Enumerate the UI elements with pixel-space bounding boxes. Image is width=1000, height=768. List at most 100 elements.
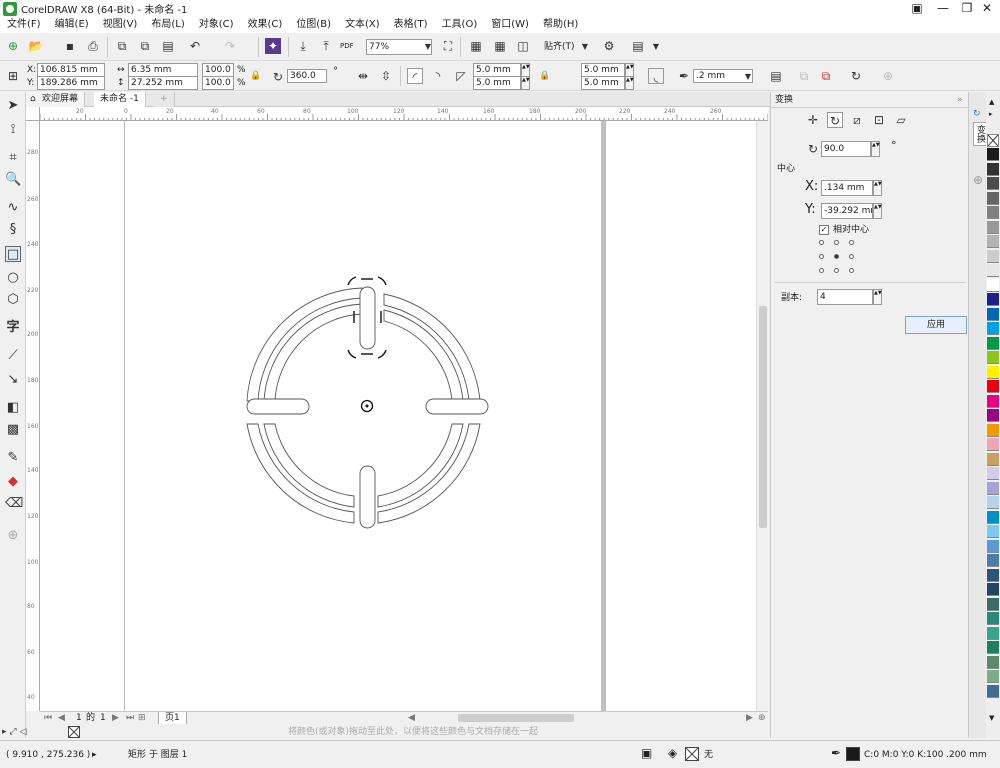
color-swatch[interactable] <box>987 583 999 596</box>
color-swatch[interactable] <box>987 612 999 625</box>
corner-radius-bottom-right-field[interactable]: 5.0 mm <box>581 76 625 90</box>
artistic-media-tool-icon[interactable]: § <box>5 222 21 238</box>
color-swatch[interactable] <box>987 525 999 538</box>
navigator-icon[interactable]: ⊕ <box>758 712 766 724</box>
color-swatch[interactable] <box>987 467 999 480</box>
color-swatch[interactable] <box>987 322 999 335</box>
add-docker-icon[interactable]: ⊕ <box>973 174 983 186</box>
palette-flyout-icon[interactable]: ▸ <box>989 108 993 120</box>
spin-arrows-icon[interactable]: ▲▼ <box>871 141 880 157</box>
color-proofing-icon[interactable]: ▣ <box>641 747 652 759</box>
chevron-down-icon[interactable]: ▼ <box>648 39 664 55</box>
center-y-field[interactable]: -39.292 mm <box>821 203 873 219</box>
chevron-down-icon[interactable]: ▼ <box>420 39 436 55</box>
print-icon[interactable]: ⎙ <box>85 38 101 54</box>
zoom-tool-icon[interactable]: 🔍 <box>5 172 21 188</box>
color-swatch[interactable] <box>987 438 999 451</box>
menu-file[interactable]: 文件(F) <box>0 17 48 33</box>
position-transform-icon[interactable]: ✛ <box>805 112 821 128</box>
text-tool-icon[interactable]: 字 <box>5 320 21 336</box>
undo-icon[interactable]: ↶ <box>187 38 203 54</box>
rotation-angle-field[interactable]: 90.0 <box>821 141 871 157</box>
menu-view[interactable]: 视图(V) <box>96 17 145 33</box>
new-document-icon[interactable]: ⊕ <box>5 38 21 54</box>
no-color-swatch[interactable] <box>987 134 999 147</box>
anchor-bottom-center[interactable] <box>834 268 839 273</box>
anchor-top-left[interactable] <box>819 240 824 245</box>
scale-x-field[interactable]: 100.0 <box>202 63 234 77</box>
drawing-svg[interactable] <box>40 121 756 711</box>
color-swatch[interactable] <box>987 278 999 292</box>
color-swatch[interactable] <box>987 539 999 553</box>
color-swatch[interactable] <box>987 351 999 364</box>
spin-arrows-icon[interactable]: ▲▼ <box>873 180 882 196</box>
color-swatch[interactable] <box>987 220 999 234</box>
pick-tool-icon[interactable]: ➤ <box>5 98 21 114</box>
color-swatch[interactable] <box>987 365 999 379</box>
close-button[interactable]: ✕ <box>974 0 1000 17</box>
tab-document[interactable]: 未命名 -1 <box>94 92 146 107</box>
menu-layout[interactable]: 布局(L) <box>144 17 191 33</box>
color-swatch[interactable] <box>987 293 999 306</box>
selected-rectangle[interactable] <box>359 286 376 350</box>
menu-object[interactable]: 对象(C) <box>192 17 241 33</box>
mirror-vertical-icon[interactable]: ⇳ <box>378 68 394 84</box>
search-content-icon[interactable]: ✦ <box>265 38 281 54</box>
color-swatch[interactable] <box>987 496 999 509</box>
prev-page-icon[interactable]: ◀ <box>58 712 65 724</box>
ruler-origin[interactable] <box>26 107 40 121</box>
menu-help[interactable]: 帮助(H) <box>536 17 585 33</box>
open-icon[interactable]: 📂 <box>28 38 44 54</box>
add-icon[interactable]: ⊕ <box>880 68 896 84</box>
add-tab-icon[interactable]: + <box>154 92 175 107</box>
corner-radius-bottom-left-field[interactable]: 5.0 mm <box>473 76 521 90</box>
copy-icon[interactable]: ⧉ <box>137 38 153 54</box>
width-field[interactable]: 6.35 mm <box>128 63 198 77</box>
rectangle-tool-icon[interactable]: □ <box>5 246 21 262</box>
color-swatch[interactable] <box>987 481 999 495</box>
color-swatch[interactable] <box>987 191 999 205</box>
anchor-top-center[interactable] <box>834 240 839 245</box>
spin-arrows-icon[interactable]: ▲▼ <box>521 76 530 90</box>
rounded-bar-shapes[interactable] <box>246 286 489 529</box>
color-swatch[interactable] <box>987 162 999 176</box>
color-swatch[interactable] <box>987 206 999 219</box>
to-back-icon[interactable]: ⧉ <box>818 68 834 84</box>
spin-arrows-icon[interactable]: ▲▼ <box>625 63 634 77</box>
scale-mirror-icon[interactable]: ⧄ <box>849 112 865 128</box>
color-swatch[interactable] <box>987 554 999 567</box>
docker-tab-icon[interactable]: ↻ <box>973 108 981 120</box>
outline-pen-icon[interactable]: ✒ <box>831 747 841 759</box>
account-icon[interactable]: ▣ <box>904 0 930 17</box>
menu-window[interactable]: 窗口(W) <box>484 17 536 33</box>
color-eyedropper-tool-icon[interactable]: ✎ <box>5 450 21 466</box>
skew-transform-icon[interactable]: ⏥ <box>893 112 909 128</box>
drawing-canvas[interactable] <box>40 121 756 711</box>
apply-button[interactable]: 应用 <box>905 316 967 334</box>
relative-corner-scaling-icon[interactable]: ◟ <box>648 68 664 84</box>
color-swatch[interactable] <box>987 597 999 611</box>
status-arrow-icon[interactable]: ▸ <box>92 749 97 761</box>
import-icon[interactable]: ⤓ <box>295 38 311 54</box>
color-swatch[interactable] <box>987 684 999 698</box>
height-field[interactable]: 27.252 mm <box>128 76 198 90</box>
scrollbar-thumb[interactable] <box>759 306 767 528</box>
x-position-field[interactable]: 106.815 mm <box>37 63 105 77</box>
color-swatch[interactable] <box>987 264 999 277</box>
horizontal-ruler[interactable]: 20 0 20 40 60 80 100 120 140 160 180 200… <box>40 107 768 121</box>
shape-tool-icon[interactable]: ⟟ <box>5 122 21 138</box>
paste-icon[interactable]: ▤ <box>160 38 176 54</box>
round-corner-icon[interactable]: ◜ <box>407 68 423 84</box>
color-swatch[interactable] <box>987 235 999 248</box>
interactive-fill-tool-icon[interactable]: ◆ <box>5 474 21 490</box>
vertical-ruler[interactable]: 280 260 240 220 200 180 160 140 120 100 … <box>26 121 40 711</box>
color-swatch[interactable] <box>987 452 999 466</box>
menu-effects[interactable]: 效果(C) <box>241 17 290 33</box>
copies-field[interactable]: 4 <box>817 289 873 305</box>
spin-arrows-icon[interactable]: ▲▼ <box>873 289 882 305</box>
chevron-down-icon[interactable]: ▼ <box>577 39 593 55</box>
scalloped-corner-icon[interactable]: ◝ <box>430 68 446 84</box>
color-swatch[interactable] <box>987 249 999 263</box>
next-page-icon[interactable]: ▶ <box>112 712 119 724</box>
convert-to-curves-icon[interactable]: ↻ <box>848 68 864 84</box>
